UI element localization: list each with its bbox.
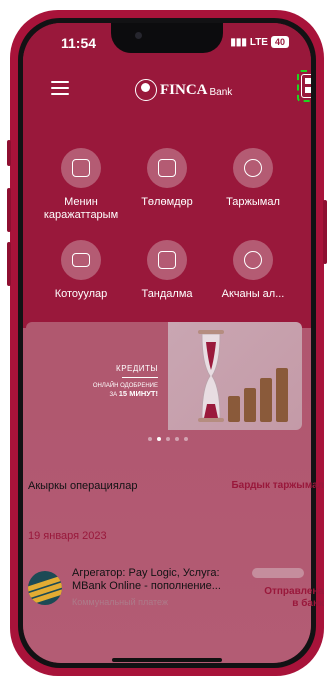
carousel-dot-active[interactable] — [157, 437, 161, 441]
operation-title[interactable]: Агрегатор: Pay Logic, Услуга: MBank Onli… — [72, 567, 244, 593]
operation-amount-hidden — [252, 568, 304, 578]
coin-stack — [276, 368, 288, 422]
action-label: Төлөмдөр — [141, 196, 193, 208]
coin-stack — [260, 378, 272, 422]
action-my-funds[interactable]: Менин каражаттарым — [33, 148, 129, 222]
volume-down-button — [7, 242, 11, 286]
action-payments[interactable]: Төлөмдөр — [119, 148, 215, 209]
wallet-icon — [61, 148, 101, 188]
hourglass-bottom — [198, 418, 224, 422]
qr-code-icon[interactable] — [301, 74, 311, 98]
banner-line2-highlight: 15 МИНУТ! — [118, 389, 158, 398]
carousel-dot[interactable] — [166, 437, 170, 441]
power-button — [323, 200, 327, 264]
banner-divider — [122, 377, 158, 378]
operations-date: 19 января 2023 — [28, 530, 107, 542]
brand-name: FINCA — [160, 81, 208, 98]
favorites-icon — [147, 240, 187, 280]
all-history-link[interactable]: Бардык таржымал — [231, 480, 324, 491]
hourglass-glass — [201, 334, 221, 418]
status-time: 11:54 — [61, 35, 97, 51]
carousel-dot[interactable] — [184, 437, 188, 441]
transfer-icon — [61, 240, 101, 280]
volume-up-button — [7, 188, 11, 232]
action-history[interactable]: Таржымал — [205, 148, 301, 209]
banner-line2-prefix: ЗА — [109, 392, 118, 398]
coin-stack — [228, 396, 240, 422]
menu-icon[interactable] — [51, 81, 69, 95]
banner-subtitle: ОНЛАЙН ОДОБРЕНИЕ ЗА 15 МИНУТ! — [93, 382, 158, 399]
banner-text-panel: КРЕДИТЫ ОНЛАЙН ОДОБРЕНИЕ ЗА 15 МИНУТ! — [26, 322, 168, 430]
status-indicators: ▮▮▮ LTE 40 — [230, 36, 289, 48]
currency-exchange-icon — [233, 240, 273, 280]
carousel-dot[interactable] — [175, 437, 179, 441]
action-label: Акчаны ал... — [221, 288, 285, 300]
signal-icon: ▮▮▮ — [230, 36, 247, 48]
carousel-dot[interactable] — [148, 437, 152, 441]
brand-sub: Bank — [209, 86, 233, 98]
tree-logo-icon — [135, 79, 157, 101]
banner-line2: ЗА 15 МИНУТ! — [93, 390, 158, 399]
recent-operations-title: Акыркы операциялар — [28, 480, 138, 492]
mbank-logo-icon — [28, 571, 62, 605]
brand-logo: FINCA Bank — [135, 79, 232, 101]
action-favorites[interactable]: Тандалма — [119, 240, 215, 301]
action-label: Менин каражаттарым — [43, 196, 119, 221]
camera-dot — [135, 32, 142, 39]
coin-stack — [244, 388, 256, 422]
mute-switch — [7, 140, 11, 166]
network-label: LTE — [249, 36, 268, 48]
carousel-indicator — [148, 437, 188, 441]
history-icon — [233, 148, 273, 188]
action-currency[interactable]: Акчаны ал... — [205, 240, 301, 301]
action-label: Тандалма — [141, 288, 193, 300]
home-indicator[interactable] — [112, 658, 222, 662]
action-label: Котоуулар — [54, 288, 108, 300]
action-transfers[interactable]: Котоуулар — [33, 240, 129, 301]
battery-icon: 40 — [270, 36, 289, 48]
banner-title: КРЕДИТЫ — [116, 364, 158, 373]
promo-banner[interactable]: КРЕДИТЫ ОНЛАЙН ОДОБРЕНИЕ ЗА 15 МИНУТ! — [26, 322, 302, 430]
notch — [111, 23, 223, 53]
operation-subtitle: Коммунальный платеж — [72, 597, 168, 607]
payment-card-icon — [147, 148, 187, 188]
hourglass-image — [168, 322, 302, 430]
action-label: Таржымал — [226, 196, 280, 208]
operation-status: Отправлена в банк — [264, 586, 324, 609]
